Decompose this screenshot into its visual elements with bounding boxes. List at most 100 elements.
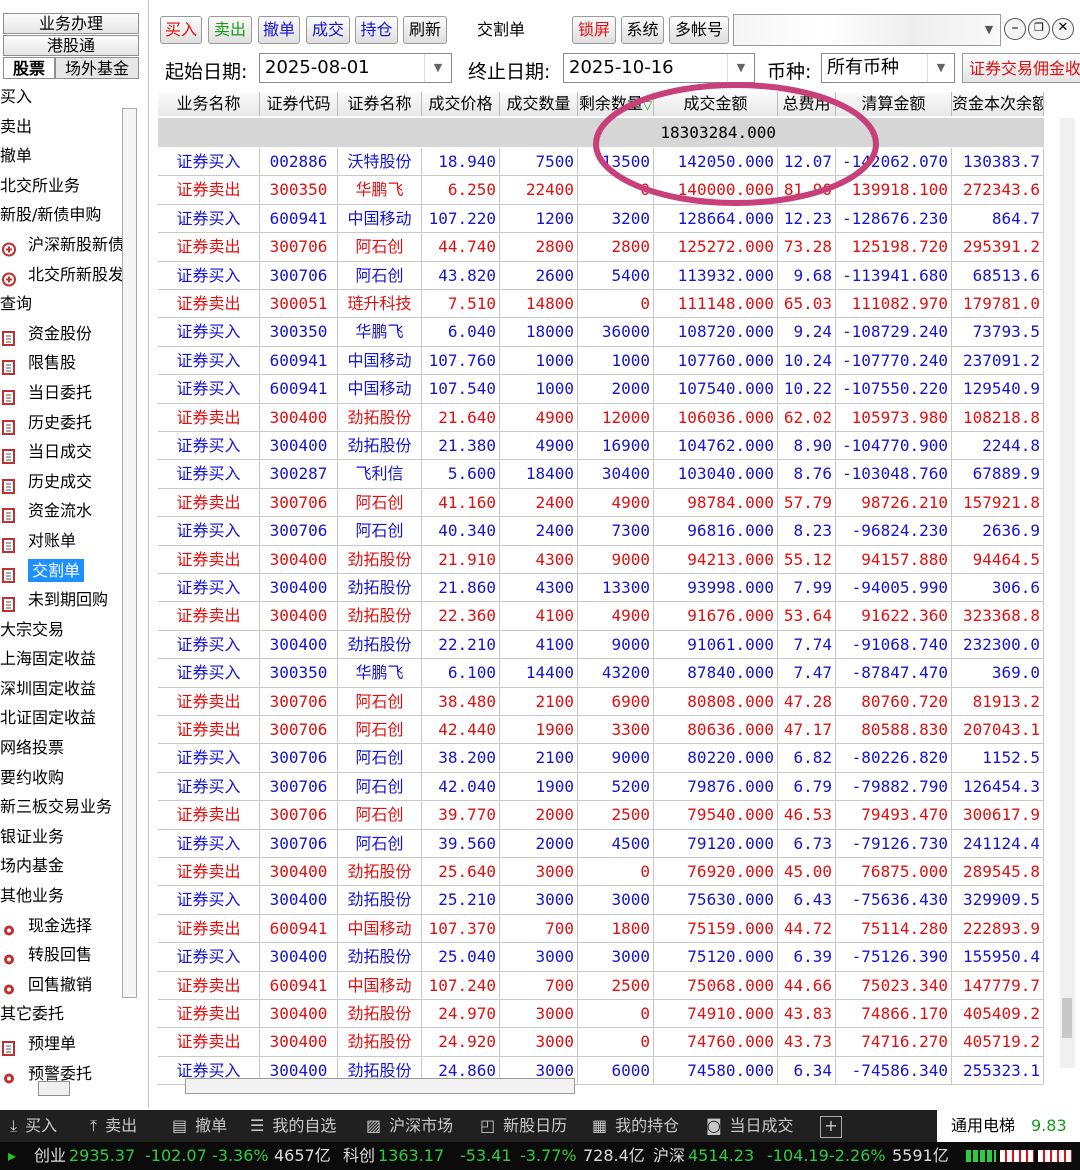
sidebar-item[interactable]: 卖出 xyxy=(0,112,122,142)
sidebar-item[interactable]: 网络投票 xyxy=(0,733,122,763)
sidebar-item[interactable]: 对账单 xyxy=(0,526,122,556)
table-row[interactable]: 证券买入 300350 华鹏飞 6.040 18000 36000 108720.000 9.… xyxy=(158,318,1044,347)
table-row[interactable]: 证券卖出 300706 阿石创 42.440 1900 3300 80636.000 47.1… xyxy=(158,716,1044,745)
sidebar-item[interactable]: 要约收购 xyxy=(0,763,122,793)
sidebar-item[interactable]: 沪深新股新债 xyxy=(0,230,122,260)
column-header[interactable]: 证券代码 xyxy=(260,92,338,116)
deal-button[interactable]: 成交 xyxy=(306,16,350,44)
sidebar-item[interactable]: 历史成交 xyxy=(0,467,122,497)
close-icon[interactable]: ✕ xyxy=(1052,18,1074,40)
chevron-down-icon[interactable]: ▼ xyxy=(927,54,954,82)
quick-ipo-calendar[interactable]: ◰ 新股日历 xyxy=(480,1110,567,1142)
multi-account-button[interactable]: 多帐号 xyxy=(669,16,729,44)
table-row[interactable]: 证券买入 600941 中国移动 107.540 1000 2000 107540.000 1… xyxy=(158,375,1044,404)
table-row[interactable]: 证券买入 600941 中国移动 107.760 1000 1000 107760.000 1… xyxy=(158,346,1044,376)
table-row[interactable]: 证券买入 300400 劲拓股份 21.380 4900 16900 104762.000 8… xyxy=(158,432,1044,461)
tab-hk-connect[interactable]: 港股通 xyxy=(3,35,139,56)
table-row[interactable]: 证券卖出 300706 阿石创 39.770 2000 2500 79540.000 46.5… xyxy=(158,801,1044,830)
start-date-field[interactable]: 2025-08-01 ▼ xyxy=(259,53,452,83)
sidebar-item[interactable]: 回售撤销 xyxy=(0,970,122,1000)
minimize-icon[interactable]: – xyxy=(1004,18,1026,40)
sidebar-item[interactable]: 深圳固定收益 xyxy=(0,674,122,704)
sidebar-item[interactable]: 银证业务 xyxy=(0,822,122,852)
sidebar-item[interactable]: 买入 xyxy=(0,82,122,112)
table-row[interactable]: 证券卖出 300400 劲拓股份 21.640 4900 12000 106036.000 6… xyxy=(158,403,1044,432)
commission-button[interactable]: 证券交易佣金收 xyxy=(962,53,1080,83)
sidebar-item[interactable]: 限售股 xyxy=(0,348,122,378)
column-header[interactable]: 成交价格 xyxy=(422,92,500,116)
sidebar-item[interactable]: 预埋单 xyxy=(0,1029,122,1059)
table-row[interactable]: 证券买入 300706 阿石创 40.340 2400 7300 96816.000 8.23… xyxy=(158,517,1044,546)
table-row[interactable]: 证券买入 300706 阿石创 38.200 2100 9000 80220.000 6.82… xyxy=(158,744,1044,773)
table-row[interactable]: 证券买入 300400 劲拓股份 25.040 3000 3000 75120.000 6.3… xyxy=(158,943,1044,972)
sidebar-item[interactable]: 北证固定收益 xyxy=(0,703,122,733)
quick-watchlist[interactable]: ☰ 我的自选 xyxy=(250,1110,336,1142)
system-button[interactable]: 系统 xyxy=(621,16,664,44)
sidebar-item[interactable]: 其它委托 xyxy=(0,999,122,1029)
column-header[interactable]: 资金本次余额 xyxy=(952,92,1044,116)
table-row[interactable]: 证券买入 300400 劲拓股份 22.210 4100 9000 91061.000 7.7… xyxy=(158,630,1044,660)
table-row[interactable]: 证券买入 300400 劲拓股份 25.210 3000 3000 75630.000 6.4… xyxy=(158,886,1044,915)
table-row[interactable]: 证券卖出 600941 中国移动 107.240 700 2500 75068.000 44.… xyxy=(158,971,1044,1000)
table-row[interactable]: 证券买入 300706 阿石创 42.040 1900 5200 79876.000 6.79… xyxy=(158,772,1044,802)
table-row[interactable]: 证券卖出 300400 劲拓股份 24.970 3000 0 74910.000 43.83 7… xyxy=(158,1000,1044,1029)
table-row[interactable]: 证券买入 300350 华鹏飞 6.100 14400 43200 87840.000 7.4… xyxy=(158,659,1044,688)
cancel-order-button[interactable]: 撤单 xyxy=(258,16,300,44)
sidebar-item[interactable]: 新三板交易业务 xyxy=(0,792,122,822)
sidebar-item[interactable]: 大宗交易 xyxy=(0,615,122,645)
quick-buy[interactable]: ⤓ 买入 xyxy=(10,1110,57,1142)
sidebar-item[interactable]: 北交所业务 xyxy=(0,171,122,201)
table-row[interactable]: 证券买入 300287 飞利信 5.600 18400 30400 103040.000 8.… xyxy=(158,460,1044,489)
table-row[interactable]: 证券买入 300706 阿石创 43.820 2600 5400 113932.000 9.6… xyxy=(158,261,1044,290)
quick-today-deals[interactable]: ◙ 当日成交 xyxy=(706,1110,794,1142)
quick-holdings[interactable]: ▦ 我的持仓 xyxy=(592,1110,679,1142)
sidebar-item[interactable]: 未到期回购 xyxy=(0,585,122,615)
table-row[interactable]: 证券卖出 300706 阿石创 38.480 2100 6900 80808.000 47.2… xyxy=(158,687,1044,716)
sidebar-item[interactable]: 上海固定收益 xyxy=(0,644,122,674)
sell-button[interactable]: 卖出 xyxy=(208,16,252,44)
position-button[interactable]: 持仓 xyxy=(355,16,398,44)
table-horizontal-scrollbar[interactable] xyxy=(185,1078,575,1094)
table-row[interactable]: 证券买入 300706 阿石创 39.560 2000 4500 79120.000 6.73… xyxy=(158,829,1044,858)
sidebar-item[interactable]: 其他业务 xyxy=(0,881,122,911)
column-header[interactable]: 证券名称 xyxy=(338,92,422,116)
table-vertical-scrollbar[interactable] xyxy=(1060,118,1075,1068)
table-row[interactable]: 证券卖出 300400 劲拓股份 25.640 3000 0 76920.000 45.00 7… xyxy=(158,858,1044,887)
refresh-button[interactable]: 刷新 xyxy=(403,16,447,44)
sidebar-item[interactable]: 资金股份 xyxy=(0,319,122,349)
quick-market[interactable]: ▨ 沪深市场 xyxy=(366,1110,453,1142)
sidebar-item[interactable]: 当日成交 xyxy=(0,437,122,467)
sidebar-item[interactable]: 资金流水 xyxy=(0,496,122,526)
sidebar-item[interactable]: 现金选择 xyxy=(0,911,122,941)
subtab-stock[interactable]: 股票 xyxy=(3,57,55,79)
table-row[interactable]: 证券卖出 600941 中国移动 107.370 700 1800 75159.000 44.… xyxy=(158,914,1044,944)
chevron-down-icon[interactable]: ▼ xyxy=(978,15,1000,45)
stock-quote[interactable]: 通用电梯 9.83 xyxy=(937,1110,1080,1142)
scroll-thumb[interactable] xyxy=(1062,998,1072,1038)
lock-screen-button[interactable]: 锁屏 xyxy=(572,16,616,44)
sidebar-item[interactable]: 查询 xyxy=(0,289,122,319)
table-row[interactable]: 证券买入 300400 劲拓股份 21.860 4300 13300 93998.000 7.… xyxy=(158,574,1044,603)
restore-icon[interactable]: ❐ xyxy=(1028,18,1050,40)
sidebar-item[interactable]: 新股/新债申购 xyxy=(0,200,122,230)
subtab-otc-fund[interactable]: 场外基金 xyxy=(55,57,139,79)
account-select[interactable]: ▼ xyxy=(733,14,1001,46)
sidebar-item[interactable]: 场内基金 xyxy=(0,851,122,881)
add-shortcut-button[interactable]: + xyxy=(820,1116,842,1138)
table-row[interactable]: 证券卖出 300400 劲拓股份 24.920 3000 0 74760.000 43.73 7… xyxy=(158,1028,1044,1057)
sidebar-item[interactable]: 交割单 xyxy=(0,556,122,586)
sidebar-hscroll-thumb[interactable] xyxy=(38,1081,70,1096)
sidebar-item[interactable]: 当日委托 xyxy=(0,378,122,408)
table-row[interactable]: 证券卖出 300400 劲拓股份 22.360 4100 4900 91676.000 53.… xyxy=(158,602,1044,631)
sidebar-item[interactable]: 转股回售 xyxy=(0,940,122,970)
column-header[interactable]: 业务名称 xyxy=(158,92,260,116)
table-row[interactable]: 证券卖出 300706 阿石创 44.740 2800 2800 125272.000 73.… xyxy=(158,233,1044,262)
buy-button[interactable]: 买入 xyxy=(160,16,202,44)
chevron-down-icon[interactable]: ▼ xyxy=(424,54,451,82)
sidebar-item[interactable]: 历史委托 xyxy=(0,408,122,438)
tab-business[interactable]: 业务办理 xyxy=(3,13,139,34)
sidebar-scrollbar[interactable] xyxy=(122,108,137,998)
column-header[interactable]: 成交数量 xyxy=(500,92,578,116)
quick-sell[interactable]: ⤒ 卖出 xyxy=(90,1110,137,1142)
table-row[interactable]: 证券卖出 300051 琏升科技 7.510 14800 0 111148.000 65.03… xyxy=(158,290,1044,319)
